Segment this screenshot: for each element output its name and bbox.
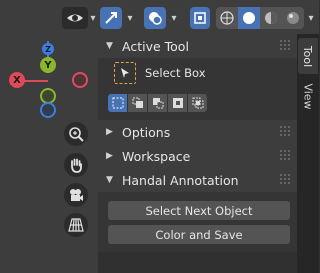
overlays-toggle-icon[interactable]	[144, 7, 166, 29]
active-tool-panel-header[interactable]: ▼ Active Tool	[98, 34, 297, 58]
x-axis-handle[interactable]: X	[9, 72, 25, 88]
tab-view-label: View	[301, 82, 315, 110]
y-axis-handle[interactable]: Y	[40, 57, 56, 73]
selection-mode-group	[108, 94, 207, 112]
gizmo-dropdown-chevron-icon[interactable]: ▾	[123, 7, 137, 29]
visibility-dropdown-chevron-icon[interactable]: ▾	[86, 7, 100, 29]
y-axis-label: Y	[44, 59, 52, 71]
panel-title: Workspace	[122, 148, 191, 164]
camera-view-icon[interactable]	[64, 183, 88, 207]
workspace-panel-header[interactable]: ▶ Workspace	[98, 144, 297, 168]
wireframe-shading-icon[interactable]	[216, 7, 238, 29]
sidebar-tabs: Tool View	[297, 34, 319, 273]
viewport-header: ▾ ▾ ▾ ▾	[0, 0, 319, 34]
visibility-eye-icon[interactable]	[62, 7, 88, 29]
select-next-object-button[interactable]: Select Next Object	[108, 201, 290, 220]
x-axis-label: X	[13, 74, 21, 86]
neg-z-axis-handle[interactable]	[40, 102, 56, 118]
solid-shading-icon[interactable]	[238, 7, 260, 29]
extend-selection-icon[interactable]	[128, 94, 147, 112]
panel-title: Options	[122, 124, 171, 140]
z-axis-handle[interactable]: Z	[42, 43, 54, 55]
panel-title: Active Tool	[122, 38, 189, 54]
xray-toggle-icon[interactable]	[190, 7, 210, 29]
drag-grip-icon[interactable]	[279, 125, 291, 137]
color-and-save-button[interactable]: Color and Save	[108, 225, 290, 244]
drag-grip-icon[interactable]	[279, 149, 291, 161]
shading-mode-group	[216, 7, 304, 29]
neg-x-axis-handle[interactable]	[72, 72, 88, 88]
panel-title: Handal Annotation	[122, 172, 239, 188]
handal-annotation-panel-header[interactable]: ▼ Handal Annotation	[98, 168, 297, 192]
perspective-grid-icon[interactable]	[64, 213, 88, 237]
expanded-triangle-icon: ▼	[106, 41, 113, 51]
collapsed-triangle-icon: ▶	[106, 151, 113, 161]
select-box-tool-icon[interactable]	[114, 62, 136, 84]
z-axis-label: Z	[45, 44, 51, 54]
set-new-selection-icon[interactable]	[108, 94, 127, 112]
material-preview-shading-icon[interactable]	[260, 7, 282, 29]
rendered-shading-icon[interactable]	[282, 7, 304, 29]
drag-grip-icon[interactable]	[279, 39, 291, 51]
tab-tool-label: Tool	[301, 45, 315, 67]
pan-hand-icon[interactable]	[64, 153, 88, 177]
tab-tool[interactable]: Tool	[298, 38, 318, 74]
tab-view[interactable]: View	[298, 78, 318, 114]
zoom-icon[interactable]	[64, 122, 88, 146]
drag-grip-icon[interactable]	[279, 173, 291, 185]
active-tool-panel-body: Select Box	[98, 58, 297, 120]
expanded-triangle-icon: ▼	[106, 175, 113, 185]
gizmo-toggle-icon[interactable]	[100, 7, 122, 29]
collapsed-triangle-icon: ▶	[106, 127, 113, 137]
intersect-selection-icon[interactable]	[188, 94, 207, 112]
tool-sidebar: ▼ Active Tool Select Box ▶ Options ▶ Wor…	[98, 34, 297, 266]
handal-annotation-panel-body: Select Next Object Color and Save	[98, 192, 297, 252]
invert-selection-icon[interactable]	[168, 94, 187, 112]
overlays-dropdown-chevron-icon[interactable]: ▾	[167, 7, 181, 29]
tool-name-label: Select Box	[145, 66, 206, 80]
options-panel-header[interactable]: ▶ Options	[98, 120, 297, 144]
shading-dropdown-chevron-icon[interactable]: ▾	[304, 7, 318, 29]
subtract-selection-icon[interactable]	[148, 94, 167, 112]
